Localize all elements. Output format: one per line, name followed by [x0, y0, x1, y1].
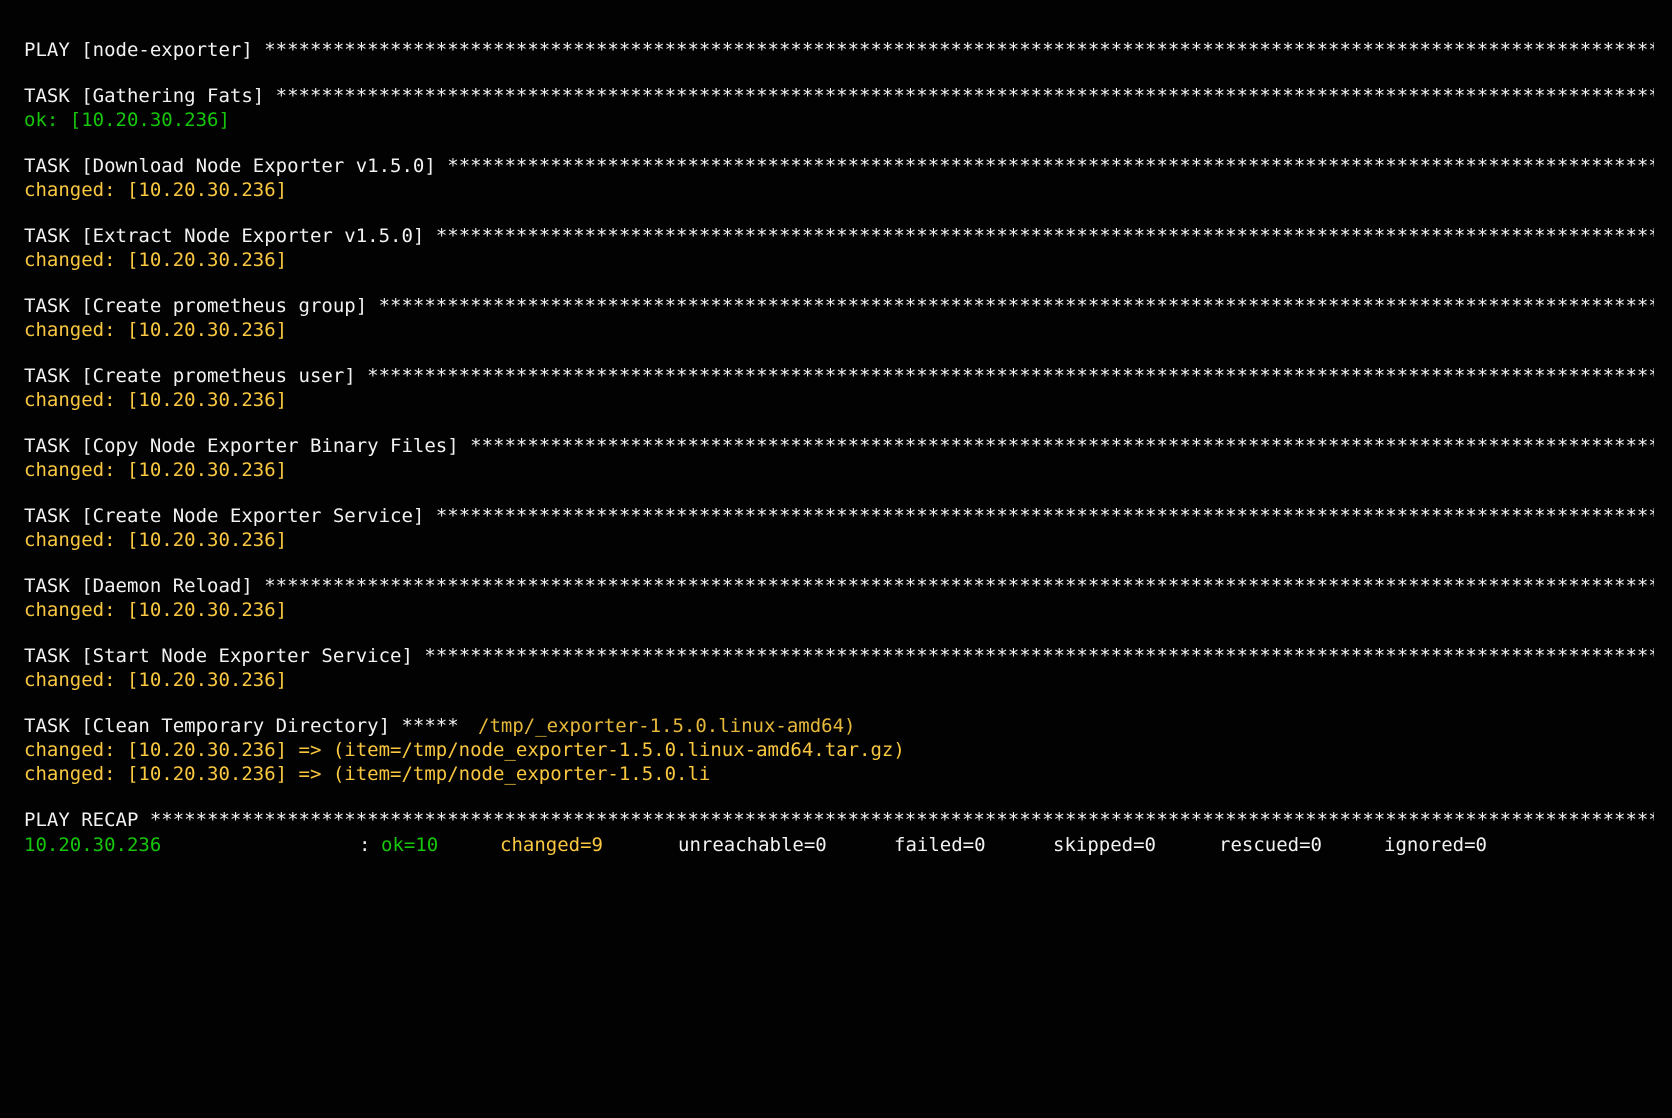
recap-host: 10.20.30.236	[24, 834, 162, 856]
separator-stars: ****************************************…	[149, 809, 1654, 831]
task-title: TASK [Create prometheus group]	[24, 295, 368, 317]
play-header: PLAY [node-exporter]	[24, 39, 253, 61]
task-title: TASK [Daemon Reload]	[24, 575, 253, 597]
task-result-line: changed: [10.20.30.236]	[24, 179, 288, 201]
task-title: TASK [Create prometheus user]	[24, 365, 356, 387]
separator-stars: ****************************************…	[435, 225, 1654, 247]
recap-ignored: ignored=0	[1384, 834, 1487, 856]
task-title: TASK [Extract Node Exporter v1.5.0]	[24, 225, 425, 247]
task-title: TASK [Gathering Fats]	[24, 85, 265, 107]
task-title: TASK [Start Node Exporter Service]	[24, 645, 413, 667]
separator-stars: ****************************************…	[367, 365, 1654, 387]
task-result-line: changed: [10.20.30.236]	[24, 319, 288, 341]
terminal-window: { "play": { "header": "PLAY [node-export…	[0, 0, 1672, 940]
task-list: TASK [Gathering Fats] ******************…	[24, 84, 1654, 714]
separator-stars: ****************************************…	[275, 85, 1654, 107]
play-header-line: PLAY [node-exporter] *******************…	[24, 38, 1654, 62]
separator-stars: ****************************************…	[424, 645, 1654, 667]
task-header-line: TASK [Gathering Fats] ******************…	[24, 84, 1654, 108]
task-header-line: TASK [Copy Node Exporter Binary Files] *…	[24, 434, 1654, 458]
task-result-line: changed: [10.20.30.236]	[24, 669, 288, 691]
task-header-line: TASK [Create prometheus group] *********…	[24, 294, 1654, 318]
task-result-line: changed: [10.20.30.236] => (item=/tmp/no…	[24, 739, 905, 761]
task-result-line: ok: [10.20.30.236]	[24, 109, 230, 131]
task-result-line: changed: [10.20.30.236]	[24, 389, 288, 411]
separator-stars-short: *****	[390, 715, 459, 737]
task-title: TASK [Create Node Exporter Service]	[24, 505, 425, 527]
task-header-line: TASK [Extract Node Exporter v1.5.0] ****…	[24, 224, 1654, 248]
separator-stars: ****************************************…	[264, 575, 1654, 597]
separator-stars: ****************************************…	[447, 155, 1654, 177]
terminal-output: PLAY [node-exporter] *******************…	[24, 38, 1654, 858]
task-title: TASK [Copy Node Exporter Binary Files]	[24, 435, 459, 457]
task-result-line: changed: [10.20.30.236]	[24, 459, 288, 481]
task-title: TASK [Clean Temporary Directory]	[24, 715, 391, 737]
recap-unreachable: unreachable=0	[678, 834, 827, 856]
recap-skipped: skipped=0	[1053, 834, 1156, 856]
recap-ok: ok=10	[381, 834, 439, 856]
separator-stars: ****************************************…	[378, 295, 1654, 317]
task-result-line: changed: [10.20.30.236]	[24, 529, 288, 551]
task-title: TASK [Download Node Exporter v1.5.0]	[24, 155, 436, 177]
task-header-line: TASK [Daemon Reload] *******************…	[24, 574, 1654, 598]
task-result-line: changed: [10.20.30.236]	[24, 599, 288, 621]
recap-header-line: PLAY RECAP *****************************…	[24, 808, 1654, 832]
separator-stars: ****************************************…	[470, 435, 1654, 457]
recap-failed: failed=0	[894, 834, 986, 856]
recap-rescued: rescued=0	[1219, 834, 1322, 856]
task-result-line: changed: [10.20.30.236]	[24, 249, 288, 271]
separator-stars: ****************************************…	[435, 505, 1654, 527]
task-header-line: TASK [Create Node Exporter Service] ****…	[24, 504, 1654, 528]
task-header-line: TASK [Download Node Exporter v1.5.0] ***…	[24, 154, 1654, 178]
recap-changed: changed=9	[500, 834, 603, 856]
overlapping-output-text: /tmp/_exporter-1.5.0.linux-amd64)	[478, 715, 856, 737]
task-header-line: TASK [Clean Temporary Directory] ***** /t…	[24, 714, 1654, 738]
recap-header: PLAY RECAP	[24, 809, 139, 831]
recap-colon: :	[359, 834, 371, 856]
task-header-line: TASK [Create prometheus user] **********…	[24, 364, 1654, 388]
separator-stars: ****************************************…	[264, 39, 1654, 61]
task-result-line: changed: [10.20.30.236] => (item=/tmp/no…	[24, 763, 711, 785]
task-header-line: TASK [Start Node Exporter Service] *****…	[24, 644, 1654, 668]
recap-stats-line: 10.20.30.236 : ok=10 changed=9 unreachab…	[24, 832, 1654, 858]
